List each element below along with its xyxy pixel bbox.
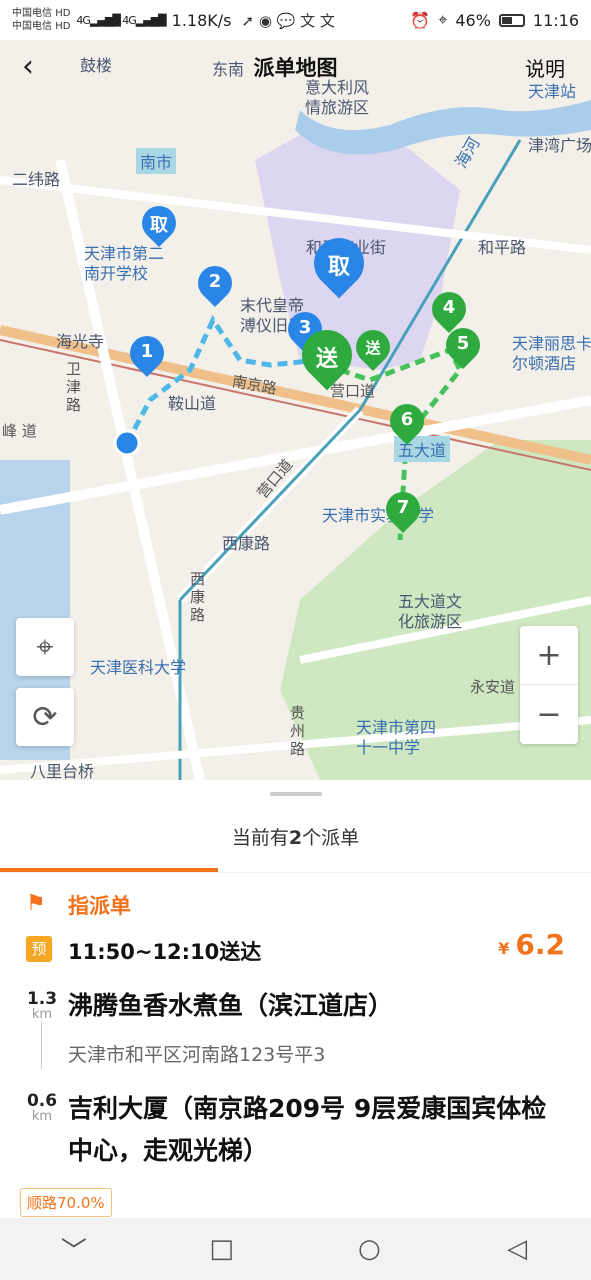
hd-badge: HD bbox=[55, 8, 71, 19]
title-bar: ‹ 派单地图 说明 bbox=[0, 40, 591, 94]
map-label: 二纬路 bbox=[12, 170, 61, 189]
map-label: 峰 道 bbox=[2, 422, 37, 440]
location-icon: ⌖ bbox=[438, 10, 448, 29]
route-pin-5[interactable]: 5 bbox=[438, 320, 488, 372]
status-bar: 中国电信 HD 中国电信 HD 4G▂▄▆█ 4G▂▄▆█ 1.18K/s ➚ … bbox=[0, 0, 591, 40]
page-title: 派单地图 bbox=[253, 56, 338, 80]
map-label: 永安道 bbox=[470, 678, 516, 696]
flag-icon: ⚑ bbox=[26, 891, 46, 916]
delivery-pin[interactable]: 送 bbox=[291, 319, 363, 392]
nav-prev-button[interactable]: ◁ bbox=[487, 1234, 547, 1264]
zoom-out-button[interactable]: − bbox=[520, 685, 578, 744]
chevron-down-icon: ﹀ bbox=[60, 1236, 87, 1267]
carrier-info: 中国电信 HD 中国电信 HD bbox=[12, 7, 70, 33]
map-label: 八里台桥 bbox=[30, 762, 95, 780]
map-canvas bbox=[0, 100, 591, 780]
map-label: 卫 津 路 bbox=[66, 360, 82, 414]
net-speed: 1.18K/s bbox=[171, 10, 232, 30]
map-label: 五大道文 化旅游区 bbox=[398, 592, 463, 631]
delivery-pin-small[interactable]: 送 bbox=[348, 322, 398, 374]
system-nav-bar: ﹀ □ ○ ◁ bbox=[0, 1218, 591, 1280]
hd-badge-2: HD bbox=[55, 21, 71, 32]
zoom-in-button[interactable]: + bbox=[520, 626, 578, 685]
carrier-1: 中国电信 bbox=[12, 8, 52, 19]
square-icon: □ bbox=[209, 1234, 234, 1264]
battery-icon bbox=[498, 13, 525, 27]
nav-back-button[interactable]: ﹀ bbox=[44, 1231, 104, 1268]
pickup-pin-small[interactable]: 取 bbox=[134, 198, 184, 250]
current-location-dot bbox=[113, 429, 141, 457]
nav-recent-button[interactable]: □ bbox=[192, 1234, 252, 1264]
drag-handle[interactable] bbox=[270, 792, 322, 796]
order-count: 当前有2个派单 bbox=[231, 827, 360, 849]
map-label: 西康路 bbox=[222, 534, 271, 553]
map-label: 鞍山道 bbox=[168, 394, 217, 413]
pickup-shop-name[interactable]: 沸腾鱼香水煮鱼（滨江道店） bbox=[68, 986, 393, 1022]
map-label: 天津丽思卡 尔顿酒店 bbox=[512, 334, 591, 373]
route-pin-7[interactable]: 7 bbox=[378, 484, 428, 536]
help-link[interactable]: 说明 bbox=[525, 53, 565, 82]
notification-icons: ➚ ◉ 💬 文 文 bbox=[241, 11, 335, 30]
order-type-label: 指派单 bbox=[68, 894, 131, 918]
preorder-badge: 预 bbox=[26, 936, 52, 962]
map-label: 天津市第二 南开学校 bbox=[84, 244, 165, 283]
alarm-icon: ⏰ bbox=[410, 10, 431, 30]
carrier-2: 中国电信 bbox=[12, 21, 52, 32]
crosshair-icon: ⌖ bbox=[36, 629, 54, 665]
delivery-address[interactable]: 吉利大厦（南京路209号 9层爱康国宾体检中心，走观光梯） bbox=[68, 1088, 568, 1172]
map-label: 海光寺 bbox=[56, 332, 105, 351]
signal-icon: 4G▂▄▆█ 4G▂▄▆█ bbox=[76, 13, 166, 27]
delivery-time-window: 11:50~12:10送达 bbox=[68, 940, 262, 964]
pickup-distance: 1.3 km bbox=[26, 989, 58, 1022]
map-label: 南市 bbox=[136, 148, 177, 174]
order-price: ¥6.2 bbox=[498, 928, 565, 961]
map-view[interactable]: 鼓楼 东南 意大利风 情旅游区 天津站 海河 津湾广场 南市 二纬路 天津市第二… bbox=[0, 40, 591, 780]
route-pin-1[interactable]: 1 bbox=[122, 328, 172, 380]
nav-home-button[interactable]: ○ bbox=[339, 1234, 399, 1264]
route-match-badge: 顺路70.0% bbox=[20, 1188, 112, 1217]
zoom-control: + − bbox=[520, 626, 578, 744]
map-label: 天津市第四 十一中学 bbox=[356, 718, 437, 757]
pickup-address: 天津市和平区河南路123号平3 bbox=[68, 1044, 326, 1066]
map-label: 津湾广场 bbox=[528, 136, 591, 155]
refresh-icon: ⟳ bbox=[32, 699, 58, 735]
battery-percent: 46% bbox=[455, 10, 491, 30]
clock: 11:16 bbox=[532, 10, 579, 30]
triangle-back-icon: ◁ bbox=[507, 1234, 528, 1264]
locate-button[interactable]: ⌖ bbox=[16, 618, 74, 676]
route-pin-6[interactable]: 6 bbox=[382, 396, 432, 448]
route-pin-2[interactable]: 2 bbox=[190, 258, 240, 310]
order-panel: 当前有2个派单 ⚑ 指派单 预 11:50~12:10送达 ¥6.2 1.3 km… bbox=[0, 780, 591, 1218]
delivery-distance: 0.6 km bbox=[26, 1091, 58, 1124]
route-connector bbox=[41, 1021, 42, 1069]
map-label: 天津医科大学 bbox=[90, 658, 187, 677]
map-label: 和平路 bbox=[478, 238, 527, 257]
circle-icon: ○ bbox=[358, 1234, 381, 1264]
refresh-button[interactable]: ⟳ bbox=[16, 688, 74, 746]
map-label: 西 康 路 bbox=[190, 570, 206, 624]
divider bbox=[0, 872, 591, 873]
map-label: 贵 州 路 bbox=[290, 704, 306, 758]
pickup-pin[interactable]: 取 bbox=[303, 227, 375, 300]
